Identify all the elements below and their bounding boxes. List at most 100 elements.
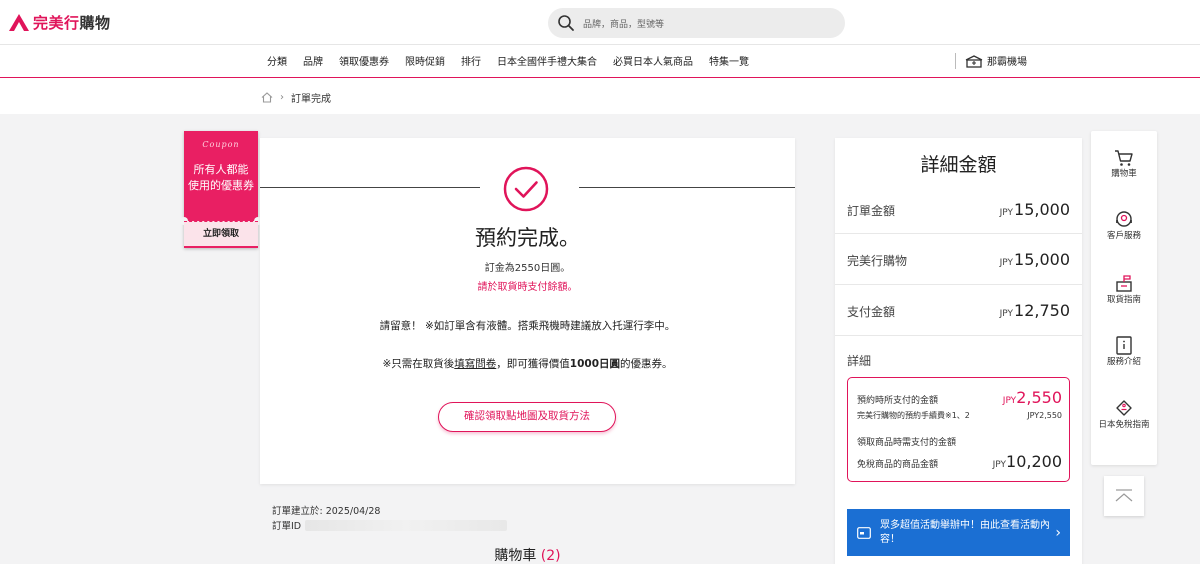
site-logo[interactable]: 完美行購物 — [8, 12, 111, 33]
airport-selector[interactable]: 那霸機場 — [965, 53, 1027, 68]
fee-value: JPY2,550 — [1027, 411, 1062, 420]
logo-mark-icon — [9, 13, 29, 31]
order-total-value: JPY15,000 — [999, 200, 1070, 219]
confirmation-card: 預約完成。 訂金為2550日圓。 請於取貨時支付餘額。 請留意！ ※如訂單含有液… — [260, 138, 795, 484]
detail-row-taxfree: 免稅商品的商品金額 JPY10,200 — [857, 452, 1062, 471]
card-icon — [857, 526, 871, 539]
summary-row-order-total: 訂單金額 JPY15,000 — [847, 200, 1070, 219]
sidebar-item-pickup-guide[interactable]: 取貨指南 — [1091, 274, 1157, 306]
search-bar[interactable]: 品牌，商品，型號等 — [548, 8, 845, 38]
order-id-label: 訂單ID — [272, 521, 302, 532]
order-id-redacted — [305, 519, 508, 531]
nav-item-category[interactable]: 分類 — [259, 53, 295, 68]
payment-total-label: 支付金額 — [847, 305, 896, 319]
deposit-text: 訂金為2550日圓。 — [484, 263, 571, 274]
pay-balance-note: 請於取貨時支付餘額。 — [477, 282, 578, 293]
order-created-date: 訂單建立於: 2025/04/28 — [272, 506, 381, 517]
summary-divider — [835, 335, 1082, 336]
customer-service-icon — [1116, 211, 1132, 227]
sidebar-label-pickup-guide: 取貨指南 — [1106, 295, 1141, 305]
survey-amount: 1000日圓 — [569, 358, 621, 370]
detail-row-fee: 完美行購物的預約手續費※1、2 JPY2,550 — [857, 410, 1062, 421]
sidebar-item-taxfree-guide[interactable]: 日本免稅指南 — [1091, 399, 1157, 431]
survey-suffix: 的優惠券。 — [620, 358, 673, 370]
reserve-label: 預約時所支付的金額 — [857, 396, 939, 406]
logo-text-shopping: 購物 — [79, 14, 111, 32]
nav-item-ranking[interactable]: 排行 — [453, 53, 489, 68]
detail-label: 詳細 — [847, 354, 872, 368]
chevron-up-icon — [1115, 489, 1133, 502]
logo-text-brand: 完美行 — [33, 14, 80, 32]
back-to-top-button[interactable] — [1104, 476, 1144, 516]
taxfree-value: JPY10,200 — [992, 452, 1062, 471]
nav-item-flash-sale[interactable]: 限時促銷 — [397, 53, 453, 68]
nav-separator — [955, 53, 956, 69]
sidebar-label-service-intro: 服務介紹 — [1106, 357, 1141, 367]
sidebar-item-service-intro[interactable]: 服務介紹 — [1091, 336, 1157, 368]
price-summary-panel: 詳細金額 訂單金額 JPY15,000 完美行購物 JPY15,000 支付金額… — [835, 138, 1082, 564]
coupon-script-word: Coupon — [202, 140, 240, 149]
store-total-label: 完美行購物 — [847, 254, 908, 268]
nav-item-brand[interactable]: 品牌 — [295, 53, 331, 68]
floating-sidebar: 購物車 客戶服務 取貨指南 服務介紹 日本免稅指南 — [1091, 131, 1157, 465]
cart-icon — [1115, 150, 1133, 166]
cart-count: (2) — [540, 548, 561, 564]
liquid-notice: 請留意！ ※如訂單含有液體。搭乘飛機時建議放入托運行李中。 — [379, 320, 676, 332]
nav-divider — [0, 44, 1200, 45]
pickup-payment-label: 領取商品時需支付的金額 — [857, 438, 957, 448]
reserve-value: JPY2,550 — [1002, 388, 1062, 407]
sidebar-label-cart: 購物車 — [1111, 169, 1137, 179]
summary-row-store: 完美行購物 JPY15,000 — [847, 250, 1070, 269]
fee-label: 完美行購物的預約手續費※1、2 — [857, 411, 970, 420]
taxfree-label: 免稅商品的商品金額 — [857, 460, 939, 470]
detail-row-pickup: 領取商品時需支付的金額 — [857, 435, 1062, 448]
promo-banner[interactable]: 眾多超值活動舉辦中！由此查看活動內容！ › — [847, 509, 1070, 556]
pickup-counter-icon — [1116, 275, 1132, 292]
order-total-label: 訂單金額 — [847, 204, 896, 218]
site-header: 完美行購物 品牌，商品，型號等 分類 品牌 領取優惠券 限時促銷 排行 日本全國… — [0, 0, 1200, 114]
chevron-right-icon: › — [280, 92, 284, 103]
home-icon[interactable] — [261, 92, 273, 103]
search-placeholder: 品牌，商品，型號等 — [583, 19, 665, 30]
order-id: 訂單ID — [272, 518, 508, 532]
nav-item-coupons[interactable]: 領取優惠券 — [331, 53, 397, 68]
sidebar-item-support[interactable]: 客戶服務 — [1091, 210, 1157, 242]
pickup-method-button[interactable]: 確認領取點地圖及取貨方法 — [438, 402, 616, 432]
breadcrumb: › 訂單完成 — [261, 90, 331, 105]
survey-notice: ※只需在取貨後填寫問卷，即可獲得價值1000日圓的優惠券。 — [260, 356, 795, 371]
logo-text: 完美行購物 — [33, 12, 111, 33]
coupon-claim-button[interactable]: 立即領取 — [184, 221, 258, 246]
summary-title: 詳細金額 — [920, 154, 997, 176]
nav-item-popular[interactable]: 必買日本人氣商品 — [605, 53, 701, 68]
sidebar-label-support: 客戶服務 — [1106, 231, 1141, 241]
coupon-line-2: 使用的優惠券 — [188, 179, 254, 192]
coupon-line-1: 所有人都能 — [193, 163, 249, 176]
sidebar-label-taxfree-guide: 日本免稅指南 — [1098, 420, 1150, 430]
sidebar-item-cart[interactable]: 購物車 — [1091, 149, 1157, 180]
survey-link[interactable]: 填寫問卷 — [454, 358, 496, 370]
detail-row-reserve: 預約時所支付的金額 JPY2,550 — [857, 388, 1062, 407]
nav-item-souvenirs[interactable]: 日本全國伴手禮大集合 — [489, 53, 605, 68]
detail-box: 預約時所支付的金額 JPY2,550 完美行購物的預約手續費※1、2 JPY2,… — [847, 377, 1070, 482]
tax-tag-icon — [1116, 400, 1132, 416]
coupon-description: 所有人都能 使用的優惠券 — [184, 162, 258, 194]
summary-divider — [835, 284, 1082, 285]
main-nav: 分類 品牌 領取優惠券 限時促銷 排行 日本全國伴手禮大集合 必買日本人氣商品 … — [259, 53, 757, 68]
nav-item-features[interactable]: 特集一覽 — [701, 53, 757, 68]
cart-title: 購物車 — [494, 548, 537, 564]
airport-label: 那霸機場 — [987, 57, 1027, 68]
book-info-icon — [1116, 336, 1132, 355]
airport-icon — [965, 54, 983, 68]
search-icon — [558, 15, 574, 31]
summary-divider — [835, 233, 1082, 234]
survey-prefix: ※只需在取貨後 — [382, 358, 455, 370]
promo-text: 眾多超值活動舉辦中！由此查看活動內容！ — [880, 519, 1050, 545]
divider-left — [260, 187, 480, 188]
divider-right — [579, 187, 795, 188]
confirmation-title: 預約完成。 — [475, 226, 580, 250]
summary-row-payment: 支付金額 JPY12,750 — [847, 301, 1070, 320]
nav-accent-line — [0, 77, 1200, 78]
survey-mid: ，即可獲得價值 — [496, 358, 570, 370]
chevron-right-icon: › — [1055, 524, 1061, 541]
breadcrumb-current: 訂單完成 — [291, 94, 331, 105]
